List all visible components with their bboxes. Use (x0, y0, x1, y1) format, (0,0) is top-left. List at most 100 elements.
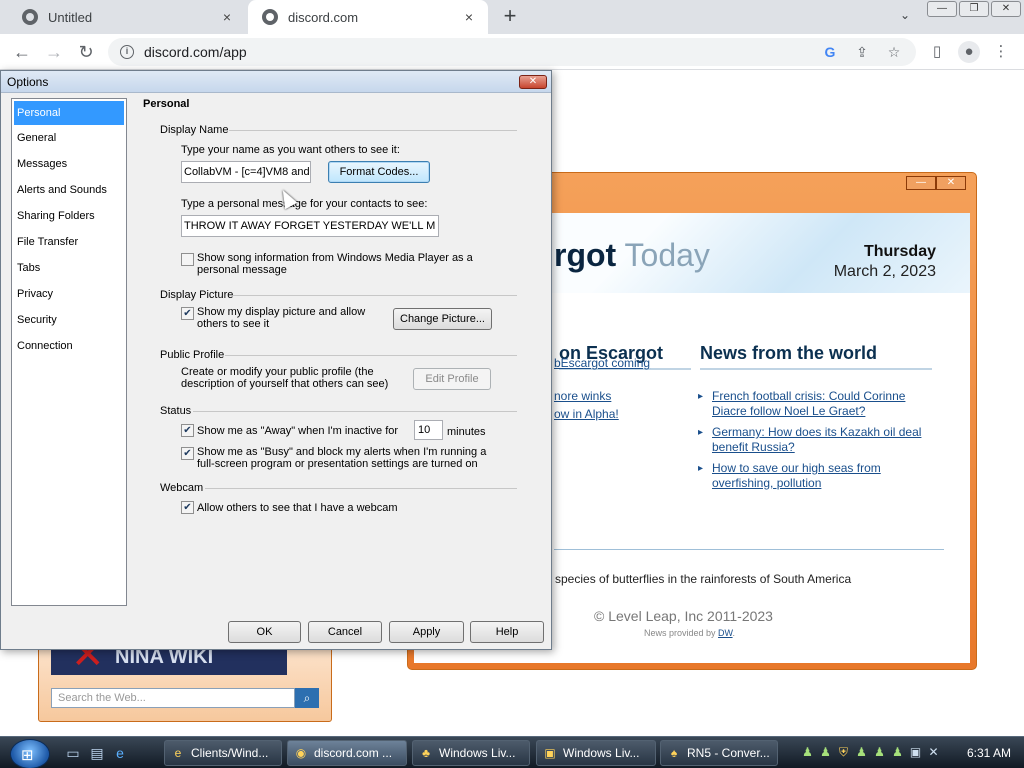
taskbar-item[interactable]: e Clients/Wind... (164, 740, 282, 766)
category-security[interactable]: Security (12, 307, 126, 333)
category-privacy[interactable]: Privacy (12, 281, 126, 307)
taskbar-item[interactable]: ◉ discord.com ... (287, 740, 407, 766)
back-button[interactable]: ← (10, 41, 34, 63)
forward-button[interactable]: → (42, 41, 66, 63)
share-icon[interactable]: ⇪ (852, 44, 872, 61)
ok-button[interactable]: OK (228, 621, 301, 643)
webcam-heading: Webcam (160, 482, 204, 494)
show-picture-label: Show my display picture and allow others… (197, 306, 366, 330)
minimize-button[interactable]: — (927, 1, 957, 17)
reload-button[interactable]: ↻ (74, 41, 98, 63)
webcam-checkbox[interactable]: ✔ (181, 501, 194, 514)
news-link[interactable]: Germany: How does its Kazakh oil deal be… (712, 425, 921, 454)
divider (554, 549, 944, 550)
tab-title: Untitled (48, 9, 93, 25)
toolbar-actions: ▯ ● ⋮ (926, 41, 1012, 63)
category-file-transfer[interactable]: File Transfer (12, 229, 126, 255)
volume-muted-icon[interactable]: ✕ (926, 743, 941, 761)
maximize-button[interactable]: ❐ (959, 1, 989, 17)
busy-checkbox[interactable]: ✔ (181, 447, 194, 460)
show-picture-checkbox[interactable]: ✔ (181, 307, 194, 320)
apply-button[interactable]: Apply (389, 621, 464, 643)
star-icon[interactable]: ☆ (884, 44, 904, 61)
tab-untitled[interactable]: Untitled × (8, 0, 246, 34)
category-messages[interactable]: Messages (12, 151, 126, 177)
url-text[interactable]: discord.com/app (144, 44, 808, 60)
close-window-button[interactable]: ✕ (991, 1, 1021, 17)
messenger-status-icon[interactable]: ♟ (872, 743, 887, 761)
dw-link[interactable]: DW (718, 628, 733, 638)
side-panel-icon[interactable]: ▯ (926, 41, 948, 63)
google-icon[interactable]: G (820, 44, 840, 60)
cancel-button[interactable]: Cancel (308, 621, 382, 643)
profile-icon[interactable]: ● (958, 41, 980, 63)
window-controls: — ❐ ✕ (927, 1, 1021, 17)
news-item[interactable]: How to save our high seas from overfishi… (698, 461, 938, 491)
song-info-checkbox[interactable] (181, 253, 194, 266)
category-connection[interactable]: Connection (12, 333, 126, 359)
messenger-status-icon[interactable]: ♟ (854, 743, 869, 761)
section-divider (193, 411, 517, 412)
date-block: Thursday March 2, 2023 (834, 243, 936, 281)
escargot-news-link[interactable]: bEscargot coming (554, 356, 650, 370)
messenger-status-icon[interactable]: ♟ (800, 743, 815, 761)
change-picture-button[interactable]: Change Picture... (393, 308, 492, 330)
search-icon[interactable]: ⌕ (295, 688, 319, 708)
messenger-status-icon[interactable]: ♟ (890, 743, 905, 761)
tab-discord[interactable]: discord.com × (248, 0, 488, 34)
taskbar-item[interactable]: ♣ Windows Liv... (412, 740, 530, 766)
start-button[interactable]: ⊞ (10, 739, 50, 768)
tab-title: discord.com (288, 9, 359, 25)
tab-close-icon[interactable]: × (218, 9, 236, 25)
category-alerts-and-sounds[interactable]: Alerts and Sounds (12, 177, 126, 203)
personal-settings-pane: Personal Display Name Type your name as … (135, 96, 549, 606)
security-shield-icon[interactable]: ⛨ (836, 743, 851, 761)
info-icon[interactable]: i (120, 45, 134, 59)
news-link[interactable]: French football crisis: Could Corinne Di… (712, 389, 905, 418)
personal-message-input[interactable]: THROW IT AWAY FORGET YESTERDAY WE'LL M (181, 215, 439, 237)
address-bar[interactable]: i discord.com/app G ⇪ ☆ (108, 38, 916, 66)
internet-explorer-icon[interactable]: e (111, 745, 129, 761)
menu-icon[interactable]: ⋮ (990, 41, 1012, 63)
display-name-input[interactable]: CollabVM - [c=4]VM8 and (181, 161, 311, 183)
category-tabs[interactable]: Tabs (12, 255, 126, 281)
taskbar: ⊞ ▭ ▤ e e Clients/Wind... ◉ discord.com ..… (0, 736, 1024, 768)
news-item[interactable]: Germany: How does its Kazakh oil deal be… (698, 425, 938, 455)
news-item[interactable]: French football crisis: Could Corinne Di… (698, 389, 938, 419)
world-news-heading: News from the world (700, 343, 932, 370)
wiki-panel: ✕ NINA WIKI Search the Web... ⌕ (38, 638, 332, 722)
tab-search-icon[interactable]: ⌄ (896, 8, 914, 26)
category-list: Personal General Messages Alerts and Sou… (11, 98, 127, 606)
new-tab-button[interactable]: + (498, 5, 522, 29)
category-sharing-folders[interactable]: Sharing Folders (12, 203, 126, 229)
window-icon: ▣ (544, 746, 556, 760)
clock[interactable]: 6:31 AM (962, 737, 1016, 768)
escargot-news-link[interactable]: nore winks (554, 389, 611, 403)
away-minutes-input[interactable]: 10 (414, 420, 443, 440)
escargot-news-link[interactable]: ow in Alpha! (554, 407, 619, 421)
dialog-titlebar[interactable]: Options ✕ (1, 71, 551, 93)
minutes-label: minutes (447, 426, 486, 438)
close-icon[interactable]: ✕ (936, 176, 966, 190)
format-codes-button[interactable]: Format Codes... (328, 161, 430, 183)
taskbar-item[interactable]: ▣ Windows Liv... (536, 740, 656, 766)
minimize-icon[interactable]: — (906, 176, 936, 190)
network-icon[interactable]: ▣ (908, 743, 923, 761)
dialog-close-button[interactable]: ✕ (519, 75, 547, 89)
category-personal[interactable]: Personal (14, 101, 124, 125)
webcam-label: Allow others to see that I have a webcam (197, 502, 398, 514)
switch-windows-icon[interactable]: ▤ (88, 745, 106, 761)
news-link[interactable]: How to save our high seas from overfishi… (712, 461, 881, 490)
section-divider (225, 355, 517, 356)
category-general[interactable]: General (12, 125, 126, 151)
away-checkbox[interactable]: ✔ (181, 424, 194, 437)
task-label: discord.com ... (314, 746, 393, 760)
help-button[interactable]: Help (470, 621, 544, 643)
tab-close-icon[interactable]: × (460, 9, 478, 25)
show-desktop-icon[interactable]: ▭ (64, 745, 82, 761)
globe-icon (22, 9, 38, 25)
edit-profile-button[interactable]: Edit Profile (413, 368, 491, 390)
web-search-input[interactable]: Search the Web... (51, 688, 295, 708)
messenger-status-icon[interactable]: ♟ (818, 743, 833, 761)
taskbar-item[interactable]: ♠ RN5 - Conver... (660, 740, 778, 766)
